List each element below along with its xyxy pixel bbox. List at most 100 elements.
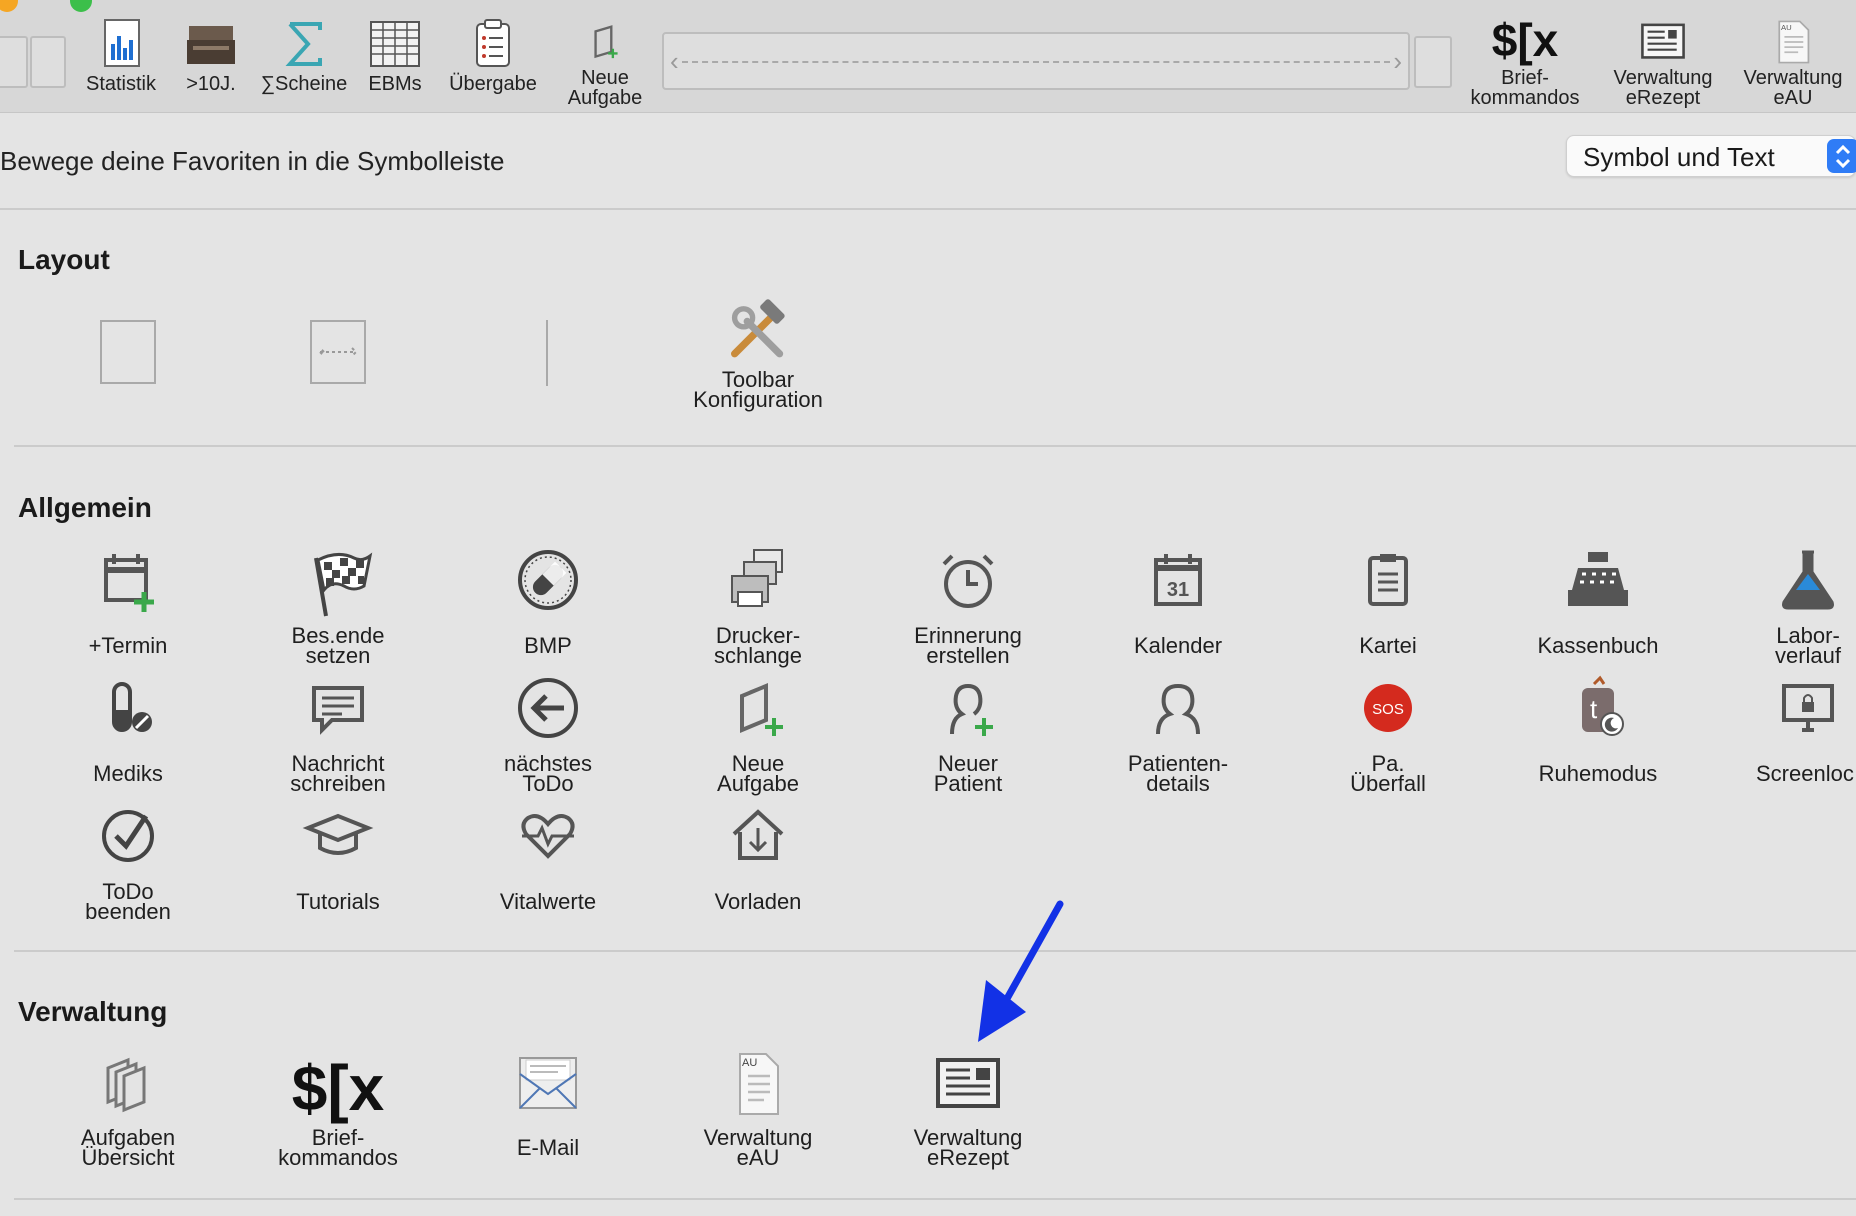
item-label: beenden	[85, 899, 171, 924]
item-tutorials[interactable]: Tutorials	[238, 802, 438, 914]
item-nachricht-schreiben[interactable]: Nachricht schreiben	[238, 674, 438, 795]
toolbar-item-label: Verwaltung	[1743, 67, 1843, 89]
clipboard-list-icon	[476, 19, 510, 67]
item-neue-aufgabe[interactable]: Neue Aufgabe	[658, 674, 858, 795]
item-patientendetails[interactable]: Patienten- details	[1078, 674, 1278, 795]
calendar-plus-icon	[104, 554, 154, 612]
lab-flask-icon	[1782, 550, 1834, 610]
item-vorladen[interactable]: Vorladen	[658, 802, 858, 913]
eau-au-mark: AU	[1781, 23, 1792, 32]
item-todo-beenden[interactable]: ToDo beenden	[28, 802, 228, 924]
pill-circle-icon	[518, 550, 578, 610]
item-bes-ende-setzen[interactable]: Bes.ende setzen	[238, 546, 438, 667]
sleep-mode-icon: t	[1582, 675, 1624, 736]
item-label: kommandos	[278, 1145, 398, 1170]
chevron-left-icon: ‹	[670, 46, 679, 76]
item-pa-ueberfall[interactable]: SOS Pa. Überfall	[1288, 674, 1488, 795]
graduation-cap-icon	[302, 813, 374, 855]
item-laborverlauf[interactable]: Labor- verlauf	[1708, 546, 1856, 667]
item-erinnerung-erstellen[interactable]: Erinnerung erstellen	[868, 546, 1068, 668]
item-vitalwerte[interactable]: Vitalwerte	[448, 802, 648, 913]
toolbar-item-briefkommandos[interactable]: $[x Brief- kommandos	[1466, 14, 1584, 108]
layout-flexible-space-item[interactable]	[310, 320, 366, 384]
layout-item-toolbar-konfiguration[interactable]: Toolbar Konfiguration	[658, 298, 858, 411]
sleep-mode-letter: t	[1590, 694, 1598, 724]
item-label: BMP	[524, 633, 572, 658]
screen-lock-icon	[1782, 684, 1834, 732]
chevron-right-icon: ›	[1393, 46, 1402, 76]
toolbar-item-neue-aufgabe[interactable]: Neue Aufgabe	[546, 22, 664, 108]
item-label: Übersicht	[81, 1145, 175, 1170]
section-title-allgemein: Allgemein	[18, 492, 152, 523]
toolbar-item-verwaltung-erezept[interactable]: Verwaltung eRezept	[1604, 18, 1722, 108]
dollar-bracket-x-icon: $[x	[1491, 14, 1559, 66]
toolbar-item-verwaltung-eau[interactable]: AU Verwaltung eAU	[1734, 18, 1852, 108]
alarm-clock-icon	[942, 554, 994, 608]
toolbar-item-label: Verwaltung	[1613, 67, 1713, 89]
item-briefkommandos[interactable]: $[x Brief- kommandos	[238, 1048, 438, 1170]
toolbar-item-label: kommandos	[1470, 87, 1580, 109]
item-label: E-Mail	[516, 1135, 580, 1160]
layout-space-item[interactable]	[100, 320, 156, 384]
person-outline-icon	[1156, 683, 1200, 735]
item-aufgaben-uebersicht[interactable]: Aufgaben Übersicht	[28, 1048, 228, 1170]
tasks-overview-icon	[106, 1057, 146, 1113]
toolbar-item-label: eAU	[1773, 87, 1813, 109]
toolbar-item-label: Übergabe	[449, 73, 537, 95]
bar-chart-icon	[104, 19, 140, 67]
annotation-arrow-icon	[978, 900, 1064, 1042]
item-neuer-patient[interactable]: Neuer Patient	[868, 674, 1068, 796]
toolbar-preview: Statistik >10J. ∑Scheine EBMs Übergabe N…	[0, 0, 1856, 113]
item-mediks[interactable]: Mediks	[28, 674, 228, 786]
item-verwaltung-eau[interactable]: AU Verwaltung eAU	[658, 1048, 858, 1170]
grid-table-icon	[370, 21, 420, 67]
item-bmp[interactable]: BMP	[448, 546, 648, 658]
toolbar-space-item[interactable]	[30, 36, 66, 88]
erezept-document-icon	[1641, 23, 1685, 59]
toolbar-item-label: Aufgabe	[567, 87, 643, 109]
item-druckerschlange[interactable]: Drucker- schlange	[658, 546, 858, 668]
item-e-mail[interactable]: E-Mail	[448, 1048, 648, 1160]
divider	[14, 950, 1856, 952]
item-termin[interactable]: +Termin	[28, 546, 228, 658]
divider	[14, 445, 1856, 447]
item-label: Tutorials	[296, 889, 380, 914]
eau-document-icon: AU	[1778, 20, 1810, 64]
message-bubble-icon	[312, 686, 364, 735]
toolbar-item-label: Brief-	[1501, 67, 1549, 89]
calendar-31-icon: 31	[1154, 554, 1202, 606]
toolbar-space-item[interactable]	[1414, 36, 1452, 88]
select-stepper-button[interactable]	[1827, 139, 1856, 173]
toolbar-item-label: eRezept	[1625, 87, 1701, 109]
item-screenlock[interactable]: Screenloc	[1708, 674, 1856, 785]
eau-document-icon: AU	[739, 1053, 779, 1115]
item-label: Mediks	[93, 761, 163, 786]
item-kassenbuch[interactable]: Kassenbuch	[1498, 546, 1698, 658]
divider	[0, 208, 1856, 210]
calendar-day-number: 31	[1167, 579, 1189, 601]
item-verwaltung-erezept[interactable]: Verwaltung eRezept	[868, 1048, 1068, 1169]
layout-separator-item[interactable]	[546, 320, 548, 386]
eau-au-mark: AU	[742, 1057, 757, 1069]
item-label: Kassenbuch	[1537, 633, 1659, 658]
new-task-icon	[740, 683, 783, 736]
medication-icon	[112, 682, 152, 732]
item-label: Patient	[933, 771, 1003, 796]
window-close-button[interactable]	[0, 0, 18, 12]
display-mode-select[interactable]: Symbol und Text	[1566, 135, 1856, 177]
cash-register-icon	[1568, 552, 1628, 606]
item-kalender[interactable]: 31 Kalender	[1078, 546, 1278, 657]
toolbar-item-label: Neue	[581, 67, 629, 89]
flexible-space-icon	[319, 347, 358, 357]
toolbar-space-item[interactable]	[0, 36, 28, 88]
toolbar-item-uebergabe[interactable]: Übergabe	[434, 16, 552, 94]
item-label: +Termin	[88, 633, 168, 658]
window-zoom-button[interactable]	[70, 0, 92, 12]
item-naechstes-todo[interactable]: nächstes ToDo	[448, 674, 648, 795]
item-label: eAU	[736, 1145, 780, 1170]
item-label: schlange	[713, 643, 803, 668]
item-label: erstellen	[926, 643, 1010, 668]
item-kartei[interactable]: Kartei	[1288, 546, 1488, 657]
toolbar-flexible-space-item[interactable]: ‹ ›	[662, 32, 1410, 90]
item-ruhemodus[interactable]: t Ruhemodus	[1498, 674, 1698, 785]
